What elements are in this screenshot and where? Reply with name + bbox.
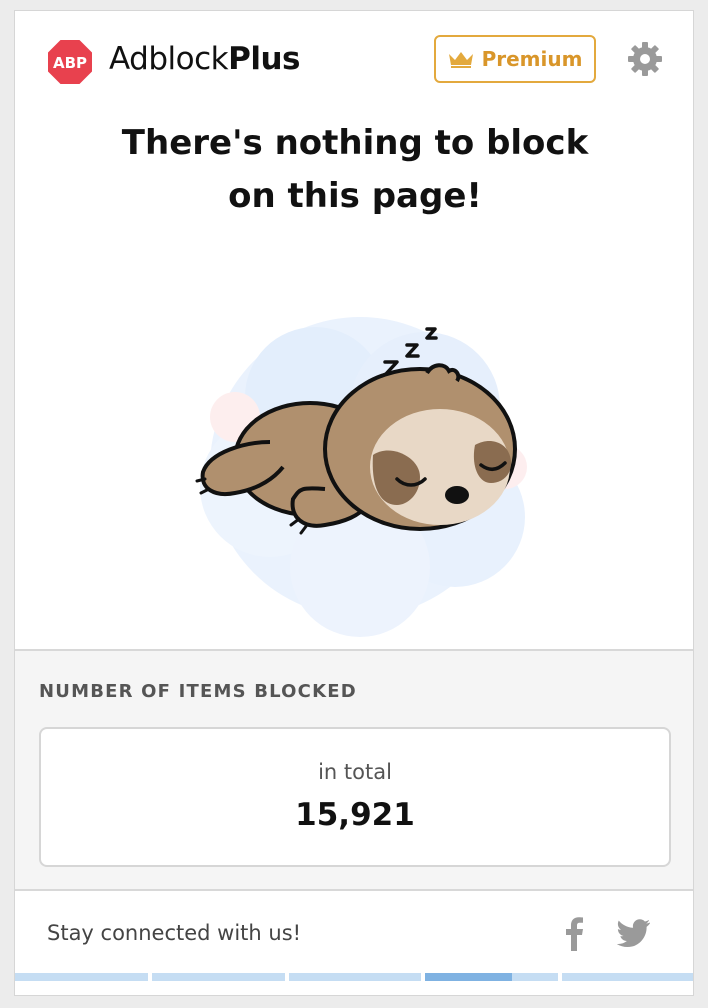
brand-name: AdblockPlus (109, 41, 300, 77)
page-headline: There's nothing to block on this page! (15, 117, 693, 223)
carousel-progress (15, 973, 693, 983)
blocked-count-card: in total 15,921 (39, 727, 671, 867)
logo-text: ABP (53, 54, 87, 72)
header: ABP AdblockPlus Premium (15, 11, 693, 107)
brand-bold: Plus (228, 41, 300, 77)
headline-line-2: on this page! (228, 176, 482, 216)
twitter-icon[interactable] (617, 919, 651, 947)
total-label: in total (318, 760, 392, 784)
gear-icon[interactable] (627, 41, 663, 77)
stay-connected-text: Stay connected with us! (47, 921, 302, 945)
carousel-segment[interactable] (562, 973, 693, 981)
adblock-popup: ABP AdblockPlus Premium There's nothing … (14, 10, 694, 996)
headline-line-1: There's nothing to block (121, 123, 589, 163)
total-blocked-count: 15,921 (295, 797, 415, 833)
stats-title: NUMBER OF ITEMS BLOCKED (39, 681, 357, 702)
crown-icon (448, 52, 473, 68)
carousel-segment[interactable] (15, 973, 148, 981)
facebook-icon[interactable] (563, 917, 585, 951)
carousel-segment[interactable] (288, 973, 422, 981)
abp-logo-icon: ABP (48, 40, 92, 84)
blocked-stats-section: NUMBER OF ITEMS BLOCKED in total 15,921 (15, 649, 693, 891)
carousel-segment[interactable] (151, 973, 285, 981)
brand-regular: Adblock (109, 41, 229, 77)
carousel-segment[interactable] (425, 973, 559, 981)
footer: Stay connected with us! (15, 891, 693, 995)
premium-button[interactable]: Premium (434, 35, 596, 83)
sleeping-sloth-illustration (195, 317, 527, 637)
carousel-segment-fill (425, 973, 512, 981)
premium-label: Premium (481, 47, 583, 71)
